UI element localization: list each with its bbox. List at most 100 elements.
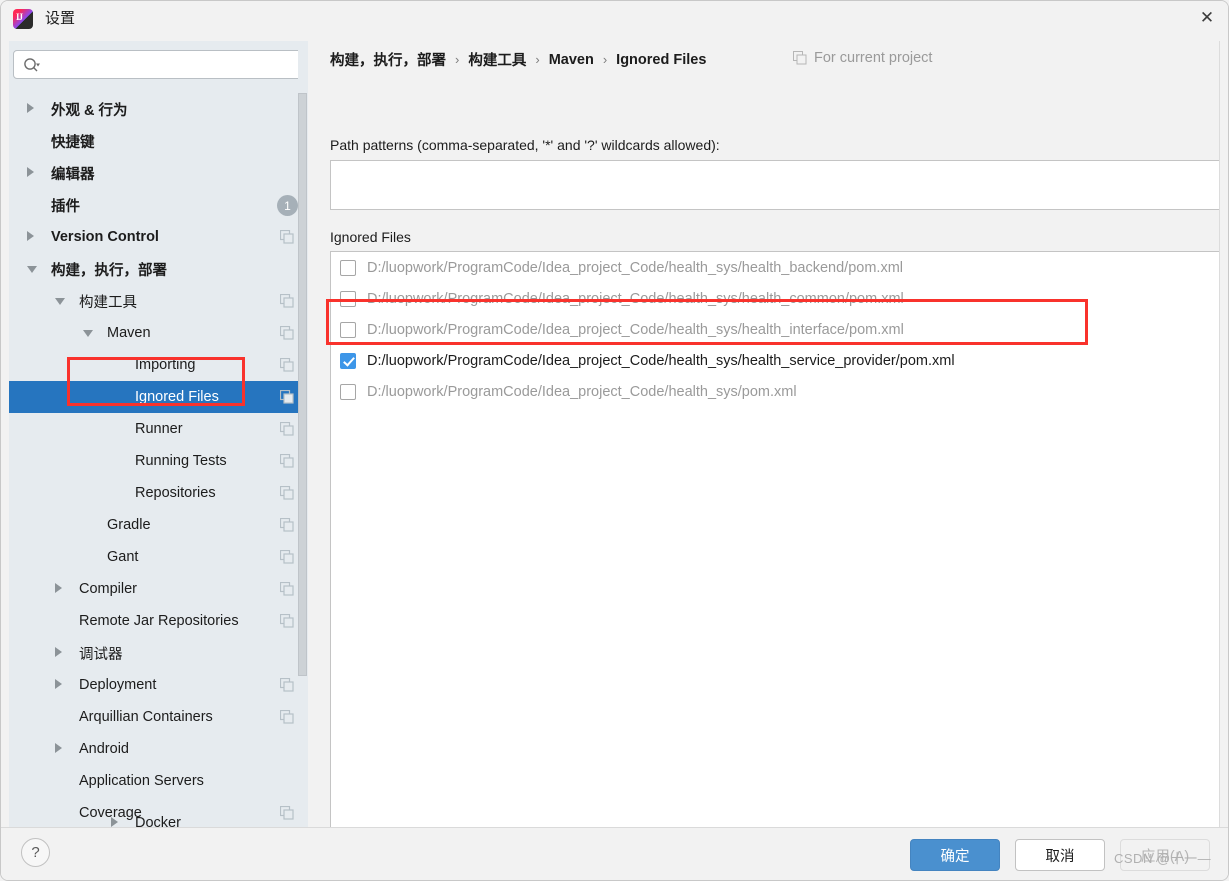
sidebar-item-label: Runner [135, 421, 183, 437]
chevron-right-icon[interactable] [55, 647, 62, 657]
copy-icon [280, 518, 294, 532]
sidebar-item-gradle[interactable]: Gradle [9, 509, 308, 541]
breadcrumb-item[interactable]: Ignored Files [616, 52, 706, 68]
ignored-file-row[interactable]: D:/luopwork/ProgramCode/Idea_project_Cod… [331, 283, 1219, 314]
copy-icon [280, 710, 294, 724]
copy-icon [280, 294, 294, 308]
chevron-right-icon[interactable] [27, 167, 34, 177]
sidebar-item-label: Ignored Files [135, 389, 219, 405]
sidebar-item-application-servers[interactable]: Application Servers [9, 765, 308, 797]
breadcrumb-item[interactable]: 构建工具 [468, 49, 526, 70]
sidebar-item-maven[interactable]: Maven [9, 317, 308, 349]
sidebar-item-runner[interactable]: Runner [9, 413, 308, 445]
sidebar-scrollbar-track[interactable] [298, 41, 308, 827]
close-icon[interactable]: ✕ [1184, 1, 1228, 35]
dialog-footer: ? 确定 取消 应用(A) [1, 827, 1228, 880]
copy-icon [793, 51, 807, 65]
sidebar-item-label: 构建，执行，部署 [51, 262, 167, 279]
ok-button[interactable]: 确定 [910, 839, 1000, 871]
breadcrumb-separator: › [535, 52, 540, 67]
sidebar-item-[interactable]: 调试器 [9, 637, 308, 669]
checkbox[interactable] [340, 290, 356, 307]
checkbox[interactable] [340, 259, 356, 276]
search-field-wrapper[interactable] [13, 50, 302, 79]
sidebar-item-label: 构建工具 [79, 294, 137, 311]
copy-icon [280, 550, 294, 564]
sidebar-item-gant[interactable]: Gant [9, 541, 308, 573]
breadcrumb-separator: › [455, 52, 460, 67]
sidebar-item-[interactable]: 插件 1 [9, 189, 308, 221]
title-bar: 设置 ✕ [1, 1, 1228, 37]
sidebar-scrollbar-thumb[interactable] [298, 93, 307, 676]
sidebar-item-label: Compiler [79, 581, 138, 597]
sidebar-item-label: Application Servers [79, 773, 204, 789]
file-path-label: D:/luopwork/ProgramCode/Idea_project_Cod… [367, 290, 904, 307]
cancel-button[interactable]: 取消 [1015, 839, 1105, 871]
path-patterns-label: Path patterns (comma-separated, '*' and … [330, 137, 720, 153]
settings-content-panel: 构建，执行，部署 › 构建工具 › Maven › Ignored Files For cu… [308, 41, 1228, 839]
chevron-right-icon[interactable] [55, 583, 62, 593]
chevron-right-icon[interactable] [27, 103, 34, 113]
sidebar-item-label: 调试器 [79, 646, 123, 663]
chevron-down-icon[interactable] [27, 266, 37, 273]
intellij-idea-icon [13, 9, 33, 29]
sidebar-item-label: 编辑器 [51, 166, 95, 183]
sidebar-item-label: Gant [107, 549, 139, 565]
sidebar-item-label: 快捷键 [51, 134, 95, 151]
window-title: 设置 [45, 10, 76, 27]
sidebar-item-repositories[interactable]: Repositories [9, 477, 308, 509]
search-input[interactable] [46, 52, 296, 77]
sidebar-item-remote-jar-repositories[interactable]: Remote Jar Repositories [9, 605, 308, 637]
ignored-file-row[interactable]: D:/luopwork/ProgramCode/Idea_project_Cod… [331, 314, 1219, 345]
sidebar-item-docker-partial[interactable]: Docker [1, 807, 300, 827]
copy-icon [280, 422, 294, 436]
sidebar-item-compiler[interactable]: Compiler [9, 573, 308, 605]
ignored-files-list: D:/luopwork/ProgramCode/Idea_project_Cod… [330, 251, 1220, 839]
sidebar-item-[interactable]: 快捷键 [9, 125, 308, 157]
sidebar-item-arquillian-containers[interactable]: Arquillian Containers [9, 701, 308, 733]
sidebar-item-running-tests[interactable]: Running Tests [9, 445, 308, 477]
chevron-right-icon[interactable] [27, 231, 34, 241]
sidebar-item-version-control[interactable]: Version Control [9, 221, 308, 253]
sidebar-item-deployment[interactable]: Deployment [9, 669, 308, 701]
sidebar-item-label: 外观 & 行为 [51, 102, 128, 119]
sidebar-item-label: Running Tests [135, 453, 227, 469]
ignored-file-row[interactable]: D:/luopwork/ProgramCode/Idea_project_Cod… [331, 345, 1219, 376]
ignored-file-row[interactable]: D:/luopwork/ProgramCode/Idea_project_Cod… [331, 252, 1219, 283]
copy-icon [280, 454, 294, 468]
sidebar-item-[interactable]: 构建工具 [9, 285, 308, 317]
sidebar-item-[interactable]: 构建，执行，部署 [9, 253, 308, 285]
breadcrumb-item[interactable]: Maven [549, 52, 594, 68]
chevron-right-icon[interactable] [55, 679, 62, 689]
status-badge: 1 [277, 195, 298, 216]
sidebar-item-label: Android [79, 741, 129, 757]
chevron-down-icon[interactable] [55, 298, 65, 305]
breadcrumb-separator: › [602, 52, 608, 67]
sidebar-item-label: Arquillian Containers [79, 709, 213, 725]
sidebar-item-label: Version Control [51, 229, 159, 245]
chevron-right-icon[interactable] [55, 743, 62, 753]
copy-icon [280, 614, 294, 628]
settings-dialog: 设置 ✕ 外观 & 行为快捷键编辑器插件 1 Version Control 构建，执… [0, 0, 1229, 881]
sidebar-item-ignored-files[interactable]: Ignored Files [9, 381, 308, 413]
chevron-down-icon[interactable] [83, 330, 93, 337]
breadcrumb-item[interactable]: 构建，执行，部署 [330, 49, 446, 70]
copy-icon [280, 230, 294, 244]
settings-tree: 外观 & 行为 快捷键编辑器插件 1 Version Control 构建，执行，部署构… [9, 93, 308, 827]
sidebar-item-[interactable]: 外观 & 行为 [9, 93, 308, 125]
sidebar-item-label: Maven [107, 325, 151, 341]
path-patterns-input[interactable] [330, 160, 1220, 210]
sidebar-item-android[interactable]: Android [9, 733, 308, 765]
checkbox[interactable] [340, 321, 356, 338]
sidebar-item-importing[interactable]: Importing [9, 349, 308, 381]
checkbox[interactable] [340, 383, 356, 400]
checkbox[interactable] [340, 352, 356, 369]
sidebar-item-label: Deployment [79, 677, 157, 693]
ignored-file-row[interactable]: D:/luopwork/ProgramCode/Idea_project_Cod… [331, 376, 1219, 407]
content-scrollbar[interactable] [1219, 41, 1227, 827]
sidebar-item-[interactable]: 编辑器 [9, 157, 308, 189]
for-current-project-label: For current project [793, 50, 932, 66]
sidebar-item-label: Repositories [135, 485, 216, 501]
file-path-label: D:/luopwork/ProgramCode/Idea_project_Cod… [367, 321, 904, 338]
help-button[interactable]: ? [21, 838, 50, 867]
